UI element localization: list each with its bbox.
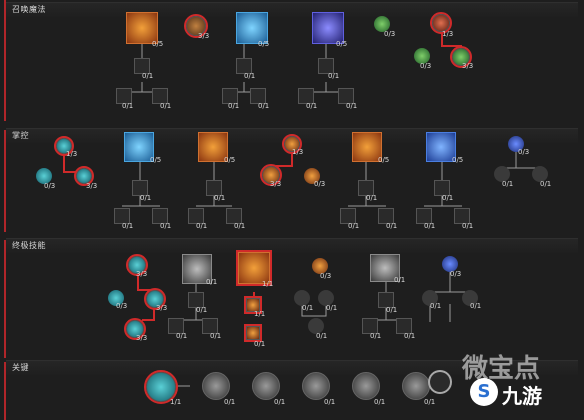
skill-rank: 0/1 xyxy=(228,102,240,110)
skill-rank: 0/1 xyxy=(374,398,386,406)
skill-rank: 3/3 xyxy=(198,32,210,40)
skill-rank: 0/1 xyxy=(160,222,172,230)
skill-rank: 0/1 xyxy=(142,72,154,80)
jiuyou-logo-icon: S xyxy=(470,378,498,406)
key-passive-locked-icon[interactable] xyxy=(352,372,380,400)
skill-rank: 0/1 xyxy=(346,102,358,110)
skill-rank: 0/1 xyxy=(326,304,338,312)
skill-rank: 0/1 xyxy=(274,398,286,406)
skill-rank: 0/5 xyxy=(152,40,164,48)
fire-mod-icon[interactable] xyxy=(244,324,262,342)
key-passive-locked-icon[interactable] xyxy=(402,372,430,400)
skill-rank: 0/1 xyxy=(122,102,134,110)
skill-rank: 0/1 xyxy=(502,180,514,188)
skill-rank: 0/5 xyxy=(378,156,390,164)
skill-rank: 0/5 xyxy=(452,156,464,164)
skill-rank: 0/3 xyxy=(320,272,332,280)
watermark-brand: 九游 xyxy=(502,384,542,408)
skill-rank: 0/1 xyxy=(404,332,416,340)
skill-rank: 0/1 xyxy=(324,398,336,406)
skill-rank: 0/1 xyxy=(176,332,188,340)
skill-rank: 0/1 xyxy=(386,306,398,314)
skill-rank: 0/1 xyxy=(206,278,218,286)
skill-rank: 0/1 xyxy=(424,398,436,406)
key-passive-locked-icon[interactable] xyxy=(202,372,230,400)
skill-rank: 3/3 xyxy=(136,334,148,342)
skill-rank: 0/1 xyxy=(210,332,222,340)
skill-rank: 0/3 xyxy=(314,180,326,188)
skill-rank: 0/1 xyxy=(370,332,382,340)
skill-rank: 3/3 xyxy=(136,270,148,278)
skill-rank: 0/1 xyxy=(394,276,406,284)
skill-rank: 1/3 xyxy=(66,150,78,158)
skill-rank: 0/1 xyxy=(140,194,152,202)
skill-rank: 0/1 xyxy=(306,102,318,110)
skill-rank: 1/3 xyxy=(292,148,304,156)
key-passive-locked-icon[interactable] xyxy=(252,372,280,400)
skill-rank: 0/1 xyxy=(254,340,266,348)
skill-rank: 0/5 xyxy=(336,40,348,48)
skill-rank: 0/1 xyxy=(430,302,442,310)
skill-rank: 0/1 xyxy=(316,332,328,340)
skill-rank: 0/5 xyxy=(224,156,236,164)
skill-rank: 3/3 xyxy=(86,182,98,190)
skill-rank: 0/1 xyxy=(160,102,172,110)
skill-rank: 1/1 xyxy=(262,280,274,288)
skill-rank: 0/3 xyxy=(420,62,432,70)
skill-rank: 0/1 xyxy=(196,222,208,230)
skill-rank: 0/5 xyxy=(150,156,162,164)
skill-rank: 0/3 xyxy=(116,302,128,310)
skill-rank: 1/1 xyxy=(170,398,182,406)
skill-rank: 0/1 xyxy=(462,222,474,230)
skill-rank: 0/3 xyxy=(384,30,396,38)
skill-rank: 0/1 xyxy=(234,222,246,230)
skill-rank: 0/1 xyxy=(122,222,134,230)
skill-rank: 0/1 xyxy=(470,302,482,310)
skill-rank: 0/5 xyxy=(258,40,270,48)
skill-rank: 0/1 xyxy=(328,72,340,80)
skill-rank: 0/3 xyxy=(450,270,462,278)
skill-rank: 0/1 xyxy=(214,194,226,202)
skill-rank: 1/1 xyxy=(254,310,266,318)
skill-rank: 3/3 xyxy=(270,180,282,188)
skill-rank: 0/1 xyxy=(540,180,552,188)
skill-rank: 0/1 xyxy=(442,194,454,202)
skill-rank: 0/1 xyxy=(424,222,436,230)
skill-rank: 0/1 xyxy=(366,194,378,202)
skill-rank: 0/1 xyxy=(348,222,360,230)
skill-rank: 1/3 xyxy=(442,30,454,38)
skill-rank: 0/1 xyxy=(258,102,270,110)
skill-rank: 0/1 xyxy=(386,222,398,230)
skill-rank: 0/1 xyxy=(224,398,236,406)
skill-rank: 0/1 xyxy=(244,72,256,80)
skill-rank: 0/1 xyxy=(196,306,208,314)
skill-rank: 0/3 xyxy=(518,148,530,156)
skill-rank: 3/3 xyxy=(462,62,474,70)
skill-rank: 3/3 xyxy=(156,304,168,312)
skill-rank: 0/1 xyxy=(302,304,314,312)
android-logo-icon xyxy=(428,370,452,394)
key-passive-locked-icon[interactable] xyxy=(302,372,330,400)
skill-rank: 0/3 xyxy=(44,182,56,190)
